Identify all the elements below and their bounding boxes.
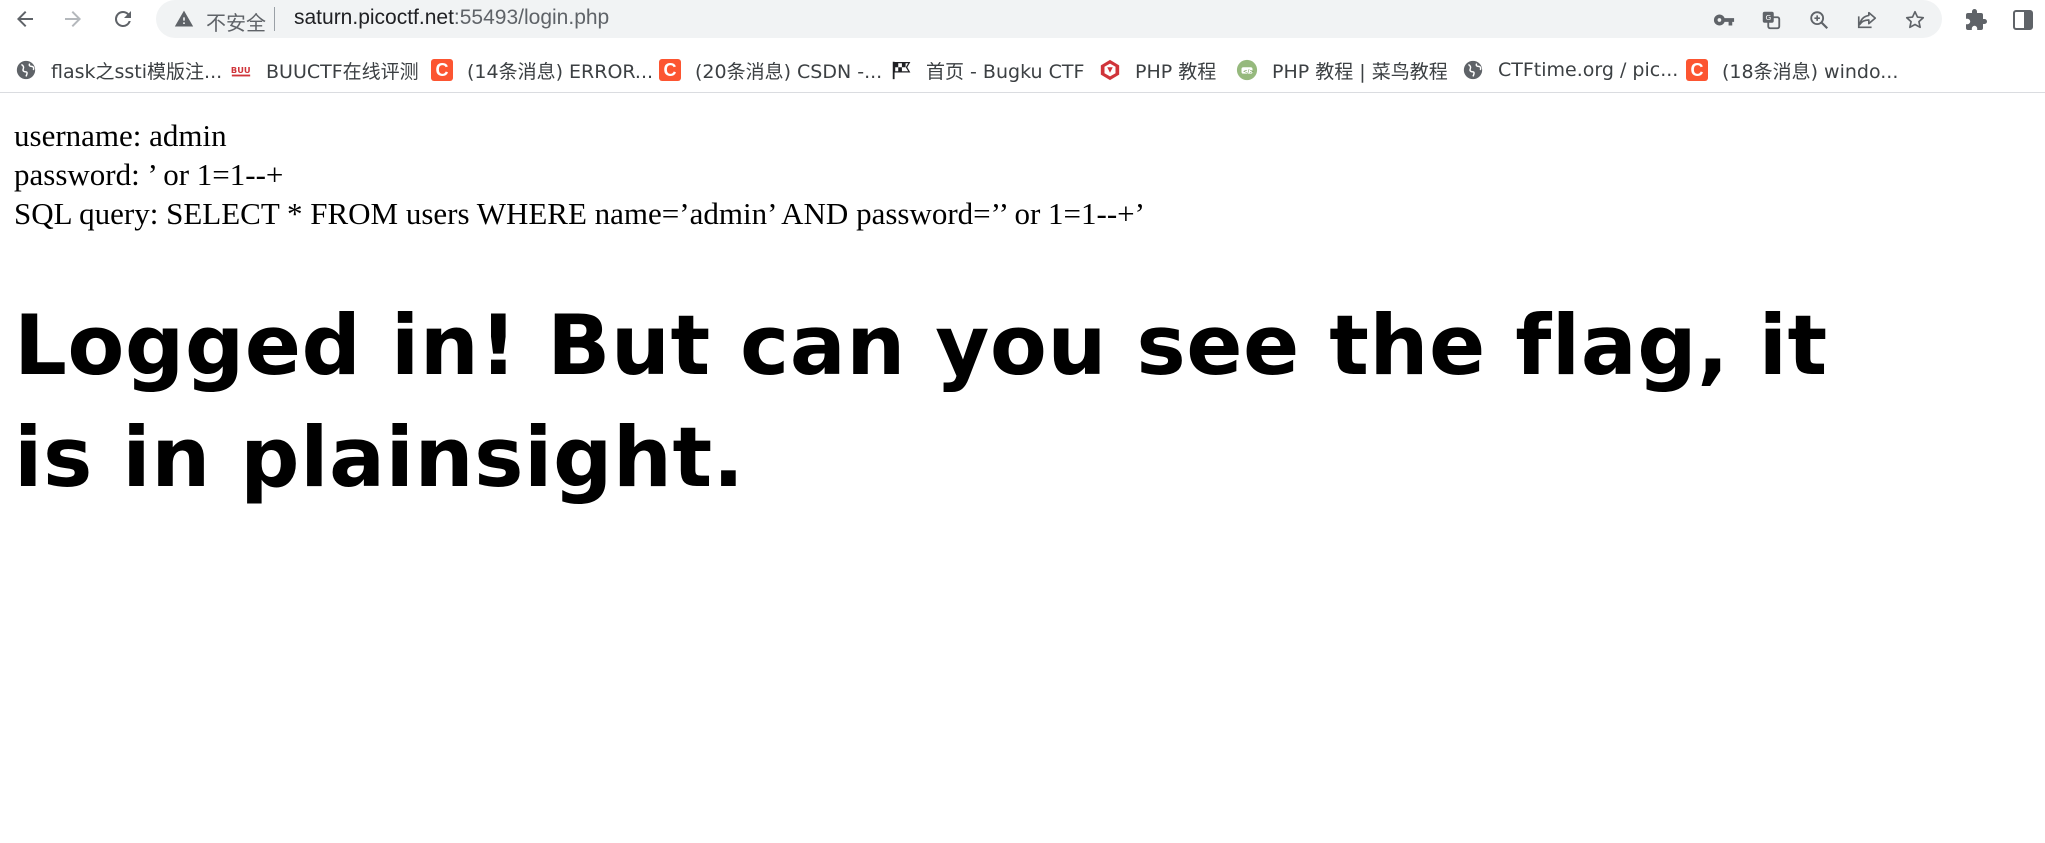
back-arrow-icon [17, 11, 33, 27]
checkered-flag-icon [890, 59, 912, 81]
svg-text:BUU: BUU [231, 65, 251, 75]
buuctf-icon: BUU [230, 59, 252, 81]
password-line: password: ’ or 1=1--+ [14, 157, 284, 192]
security-label[interactable]: 不安全 [206, 7, 266, 36]
bookmark-php-w3c[interactable]: PHP 教程 [1099, 56, 1216, 84]
bookmark-flask-ssti[interactable]: flask之ssti模版注... [15, 56, 222, 84]
runoob-icon: </> [1236, 59, 1258, 81]
sql-query-line: SQL query: SELECT * FROM users WHERE nam… [14, 196, 1145, 231]
bookmark-csdn[interactable]: C (20条消息) CSDN -... [659, 56, 882, 84]
reload-button[interactable] [108, 4, 138, 34]
bookmark-label: (18条消息) windo... [1722, 60, 1899, 83]
bookmark-label: (14条消息) ERROR... [467, 60, 654, 83]
address-separator [274, 7, 275, 31]
warning-icon[interactable] [174, 9, 194, 29]
globe-icon [1462, 59, 1484, 81]
csdn-icon: C [1686, 59, 1708, 81]
csdn-icon: C [431, 59, 453, 81]
bookmark-csdn-error[interactable]: C (14条消息) ERROR... [431, 56, 653, 84]
bookmark-label: PHP 教程 [1135, 60, 1217, 83]
extensions-icon[interactable] [1963, 7, 1989, 33]
bookmark-bugku[interactable]: 首页 - Bugku CTF [890, 56, 1084, 84]
w3c-icon [1099, 59, 1121, 81]
svg-text:G: G [1766, 13, 1772, 22]
bookmark-star-icon[interactable] [1903, 8, 1927, 32]
csdn-icon: C [659, 59, 681, 81]
reload-icon [114, 10, 131, 27]
share-icon[interactable] [1855, 8, 1879, 32]
zoom-icon[interactable] [1807, 8, 1831, 32]
translate-icon[interactable]: G [1759, 8, 1783, 32]
username-line: username: admin [14, 118, 227, 153]
bookmark-label: CTFtime.org / pic... [1498, 59, 1679, 81]
bookmark-label: flask之ssti模版注... [51, 60, 223, 83]
bookmark-label: 首页 - Bugku CTF [926, 60, 1085, 83]
bookmark-ctftime[interactable]: CTFtime.org / pic... [1462, 56, 1678, 84]
globe-icon [15, 59, 37, 81]
side-panel-icon[interactable] [2010, 7, 2036, 33]
password-key-icon[interactable] [1712, 8, 1736, 32]
back-button[interactable] [10, 4, 40, 34]
svg-text:</>: </> [1243, 69, 1254, 75]
page-content: username: admin password: ’ or 1=1--+ SQ… [14, 116, 1145, 233]
bookmark-label: PHP 教程 | 菜鸟教程 [1272, 60, 1448, 83]
bookmarks-bar: flask之ssti模版注... BUU BUUCTF在线评测 C (14条消息… [0, 48, 2045, 93]
url-text[interactable]: saturn.picoctf.net:55493/login.php [294, 6, 609, 30]
url-host: saturn.picoctf.net [294, 6, 454, 29]
bookmark-buuctf[interactable]: BUU BUUCTF在线评测 [230, 56, 419, 84]
browser-toolbar: 不安全 saturn.picoctf.net:55493/login.php G [0, 0, 2045, 38]
bookmark-runoob[interactable]: </> PHP 教程 | 菜鸟教程 [1236, 56, 1448, 84]
url-path: :55493/login.php [453, 6, 610, 29]
address-bar[interactable]: 不安全 saturn.picoctf.net:55493/login.php G [156, 0, 1942, 38]
login-success-heading: Logged in! But can you see the flag, it … [14, 297, 1828, 506]
bookmark-label: (20条消息) CSDN -... [695, 60, 883, 83]
forward-arrow-icon [65, 11, 81, 27]
bookmark-csdn-windows[interactable]: C (18条消息) windo... [1686, 56, 1898, 84]
forward-button[interactable] [58, 4, 88, 34]
bookmark-label: BUUCTF在线评测 [266, 60, 419, 83]
